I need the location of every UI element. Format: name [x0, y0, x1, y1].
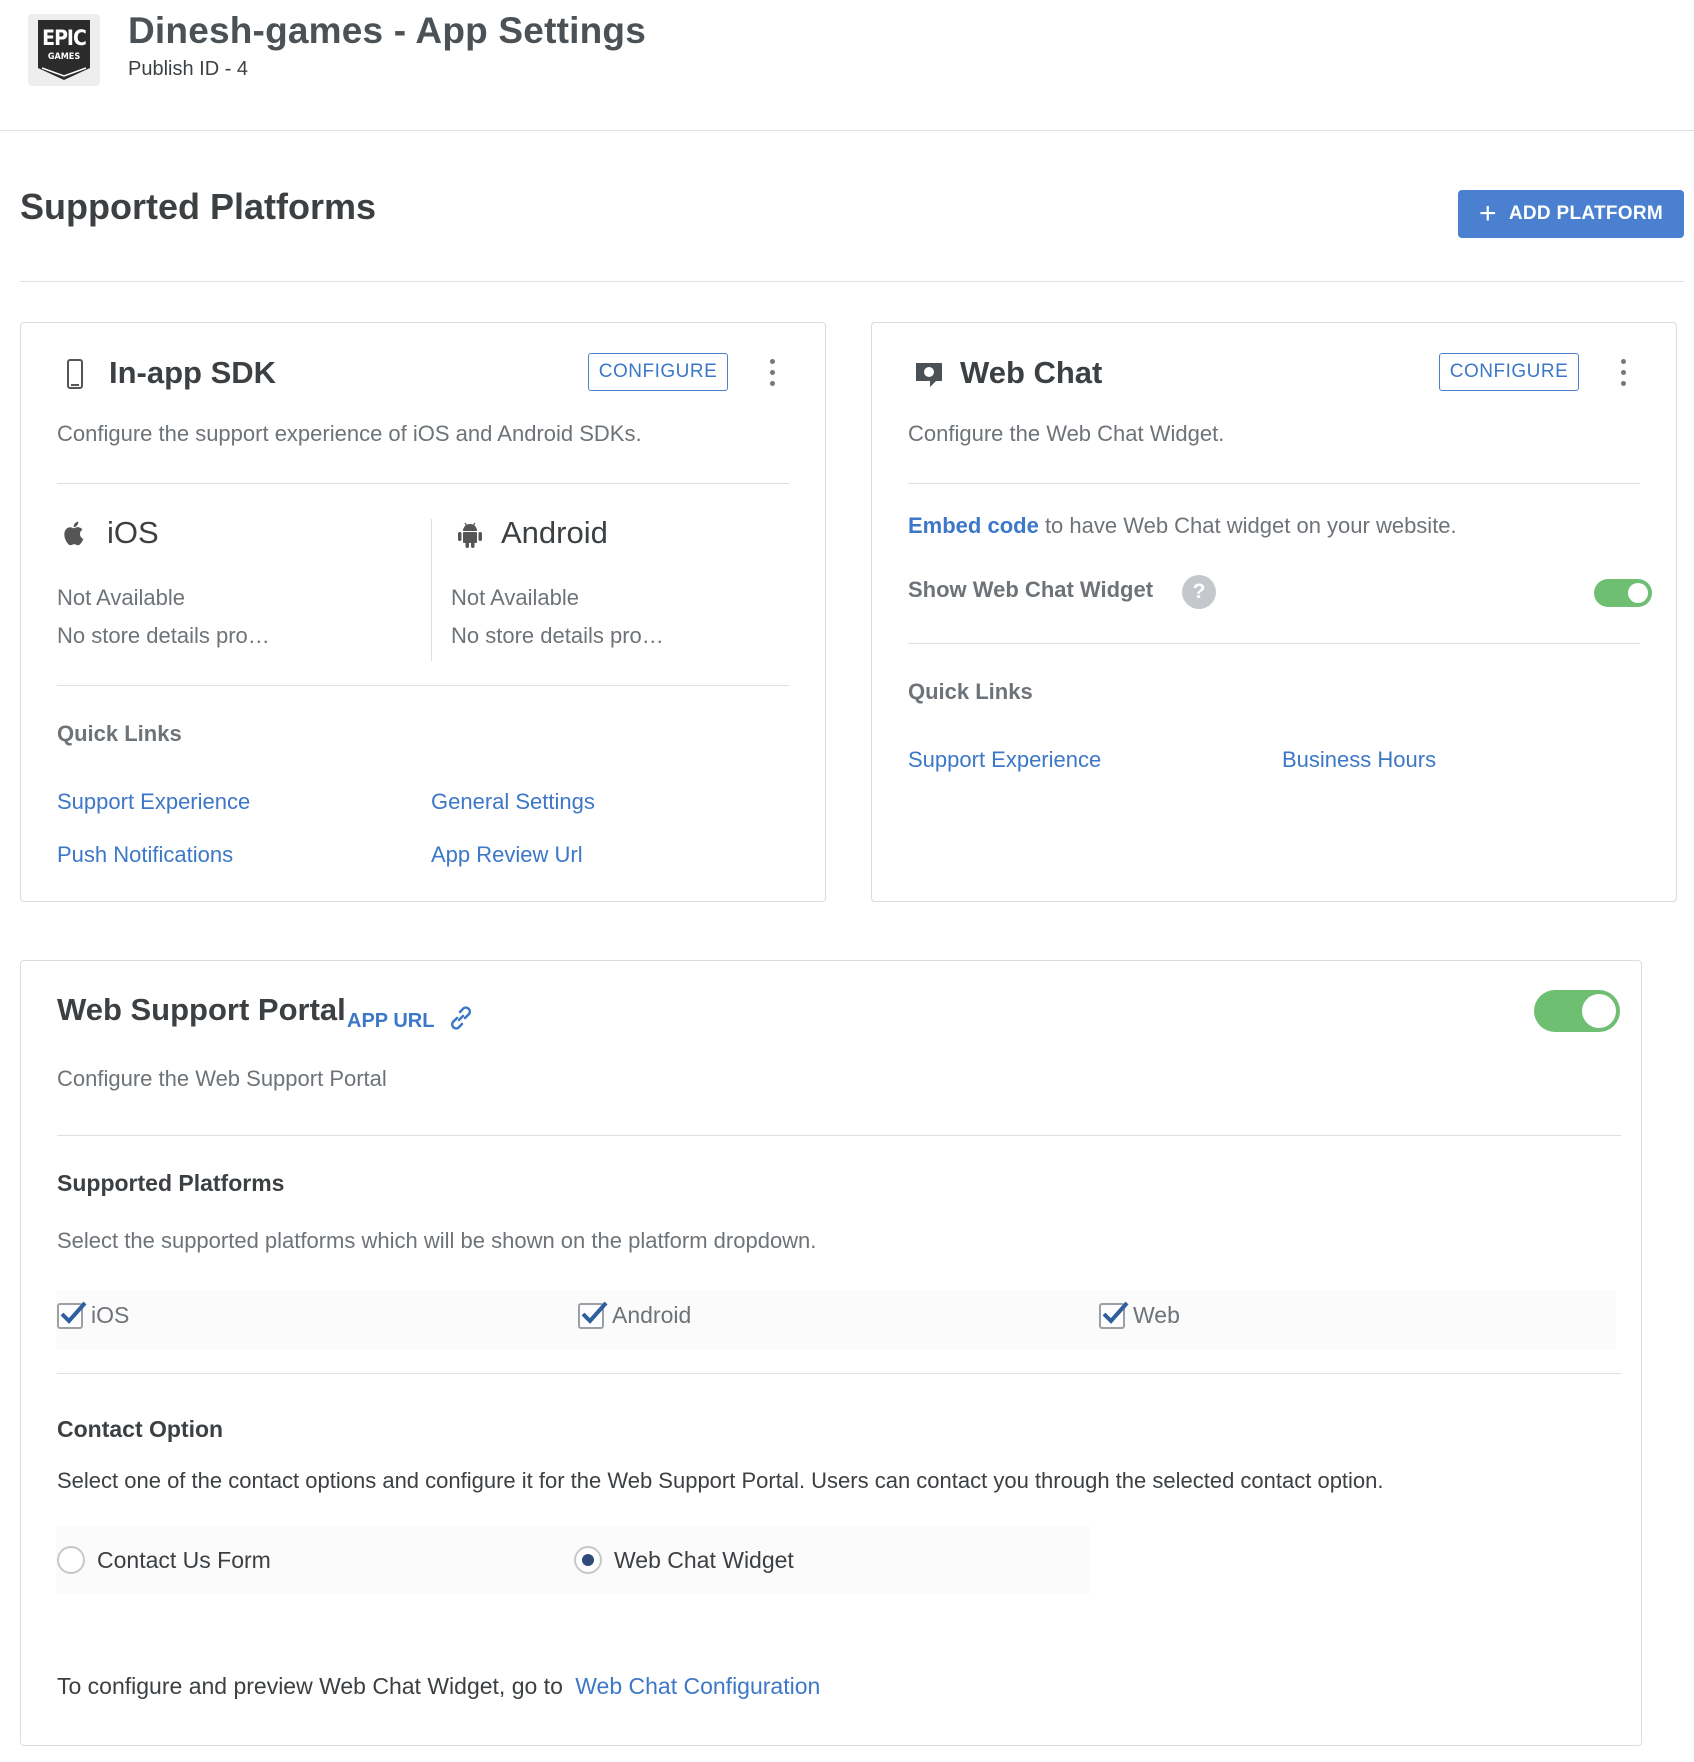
web-chat-configuration-link[interactable]: Web Chat Configuration	[575, 1673, 820, 1699]
inapp-sdk-title: In-app SDK	[109, 355, 277, 390]
web-chat-widget-label: Web Chat Widget	[614, 1546, 794, 1573]
android-status: Not Available	[451, 585, 580, 610]
section-divider	[20, 281, 1684, 282]
checkbox-checked-icon	[1099, 1301, 1129, 1329]
show-widget-label: Show Web Chat Widget	[908, 577, 1154, 602]
platform-checkbox-row	[56, 1290, 1616, 1350]
radio-selected-icon	[574, 1546, 602, 1574]
add-platform-label: ADD PLATFORM	[1508, 203, 1663, 224]
checkbox-checked-icon	[578, 1301, 608, 1329]
link-icon	[448, 1005, 474, 1037]
web-checkbox-label: Web	[1133, 1302, 1180, 1328]
ios-store-details: No store details pro…	[57, 623, 270, 648]
web-support-portal-title: Web Support Portal	[57, 992, 346, 1027]
support-experience-link[interactable]: Support Experience	[908, 747, 1101, 773]
android-title: Android	[501, 515, 608, 550]
contact-us-form-radio[interactable]: Contact Us Form	[57, 1546, 271, 1574]
ios-checkbox[interactable]: iOS	[57, 1301, 130, 1329]
divider	[57, 483, 789, 484]
app-url-link[interactable]: APP URL	[347, 1005, 474, 1037]
divider	[57, 685, 789, 686]
push-notifications-link[interactable]: Push Notifications	[57, 842, 233, 868]
quick-links-label: Quick Links	[908, 679, 1033, 704]
contact-us-form-label: Contact Us Form	[97, 1546, 271, 1573]
contact-option-title: Contact Option	[57, 1416, 224, 1442]
contact-option-description: Select one of the contact options and co…	[57, 1468, 1384, 1493]
phone-icon	[67, 359, 83, 394]
divider	[908, 483, 1640, 484]
inapp-sdk-card: In-app SDK CONFIGURE Configure the suppo…	[20, 322, 826, 902]
apple-icon	[63, 519, 87, 552]
web-chat-config-footer: To configure and preview Web Chat Widget…	[57, 1673, 820, 1700]
page-title: Dinesh-games - App Settings	[128, 10, 646, 51]
inapp-sdk-description: Configure the support experience of iOS …	[57, 421, 642, 446]
web-chat-widget-radio[interactable]: Web Chat Widget	[574, 1546, 794, 1574]
help-icon[interactable]: ?	[1182, 575, 1216, 609]
inapp-sdk-more-menu[interactable]	[762, 353, 782, 391]
web-chat-description: Configure the Web Chat Widget.	[908, 421, 1225, 446]
radio-unselected-icon	[57, 1546, 85, 1574]
logo-text-games: GAMES	[47, 52, 81, 62]
show-widget-toggle[interactable]	[1594, 579, 1652, 607]
android-checkbox[interactable]: Android	[578, 1301, 692, 1329]
embed-code-link[interactable]: Embed code	[908, 513, 1039, 538]
plus-icon: +	[1479, 197, 1497, 230]
add-platform-button[interactable]: + ADD PLATFORM	[1458, 190, 1684, 238]
web-checkbox[interactable]: Web	[1099, 1301, 1180, 1329]
app-review-url-link[interactable]: App Review Url	[431, 842, 583, 868]
support-experience-link[interactable]: Support Experience	[57, 789, 250, 815]
ios-checkbox-label: iOS	[91, 1302, 130, 1328]
ios-status: Not Available	[57, 585, 186, 610]
checkbox-checked-icon	[57, 1301, 87, 1329]
logo-text-epic: EPIC	[42, 26, 87, 50]
embed-code-line: Embed code to have Web Chat widget on yo…	[908, 513, 1457, 539]
android-icon	[457, 521, 483, 554]
portal-platforms-description: Select the supported platforms which wil…	[57, 1228, 817, 1253]
inapp-sdk-configure-button[interactable]: CONFIGURE	[588, 353, 728, 391]
divider	[57, 1135, 1621, 1136]
vertical-divider	[431, 519, 432, 661]
chat-icon	[914, 361, 944, 394]
app-header: EPIC GAMES Dinesh-games - App Settings P…	[0, 0, 1694, 131]
divider	[57, 1373, 1621, 1374]
supported-platforms-heading: Supported Platforms	[20, 186, 377, 227]
publish-id: Publish ID - 4	[128, 58, 249, 80]
web-chat-more-menu[interactable]	[1613, 353, 1633, 391]
web-portal-description: Configure the Web Support Portal	[57, 1066, 387, 1091]
business-hours-link[interactable]: Business Hours	[1282, 747, 1436, 773]
android-checkbox-label: Android	[612, 1302, 692, 1328]
web-chat-title: Web Chat	[960, 355, 1103, 390]
app-url-label: APP URL	[347, 1009, 435, 1032]
quick-links-label: Quick Links	[57, 721, 182, 746]
portal-supported-platforms-title: Supported Platforms	[57, 1170, 285, 1196]
web-chat-card: Web Chat CONFIGURE Configure the Web Cha…	[871, 322, 1677, 902]
footer-text: To configure and preview Web Chat Widget…	[57, 1673, 563, 1699]
epic-games-logo: EPIC GAMES	[28, 14, 100, 86]
web-chat-configure-button[interactable]: CONFIGURE	[1439, 353, 1579, 391]
general-settings-link[interactable]: General Settings	[431, 789, 595, 815]
divider	[908, 643, 1640, 644]
android-store-details: No store details pro…	[451, 623, 664, 648]
embed-code-text: to have Web Chat widget on your website.	[1044, 513, 1457, 538]
ios-title: iOS	[107, 515, 159, 550]
web-portal-enable-toggle[interactable]	[1534, 990, 1620, 1032]
